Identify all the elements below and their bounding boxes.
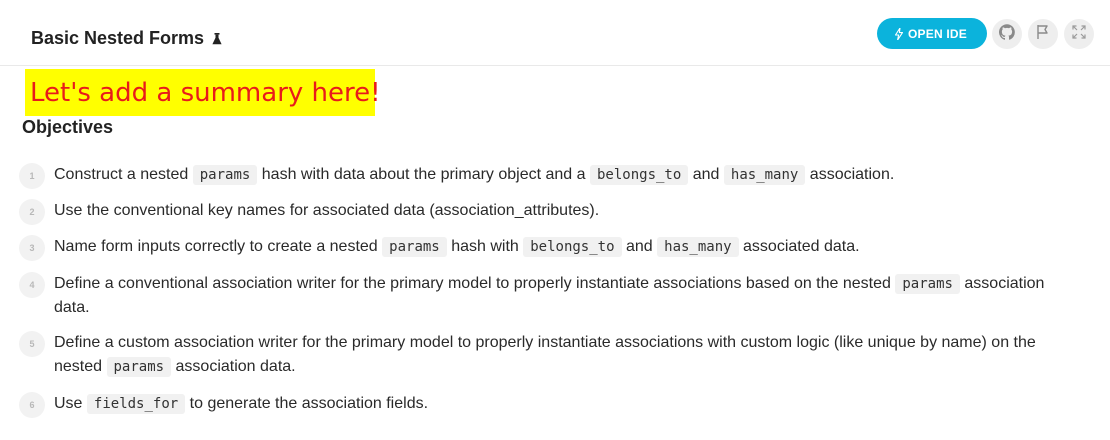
flag-button[interactable] (1028, 19, 1058, 49)
code-snippet: params (106, 357, 172, 377)
objective-text: Define a conventional association writer… (54, 272, 1084, 320)
objective-text: Name form inputs correctly to create a n… (54, 235, 1084, 259)
code-snippet: has_many (657, 237, 739, 257)
objective-text-part: hash with (451, 238, 519, 255)
title-wrap: Basic Nested Forms (31, 28, 222, 49)
open-ide-button[interactable]: OPEN IDE (877, 18, 987, 49)
objective-text-part: Define a conventional association writer… (54, 275, 891, 292)
github-button[interactable] (992, 19, 1022, 49)
objective-text-part: Use the conventional key names for assoc… (54, 202, 600, 219)
objective-number: 5 (19, 331, 45, 357)
code-snippet: has_many (723, 165, 806, 185)
objective-number: 2 (19, 199, 45, 225)
objective-number: 3 (19, 235, 45, 261)
objective-text: Use the conventional key names for assoc… (54, 199, 1084, 223)
objective-text: Define a custom association writer for t… (54, 331, 1084, 379)
objective-text-part: to generate the association fields. (189, 395, 429, 412)
objective-text-part: hash with data about the primary object … (261, 166, 586, 183)
expand-button[interactable] (1064, 19, 1094, 49)
flag-icon (1036, 24, 1050, 45)
objective-text-part: and (625, 238, 653, 255)
objective-text-part: association. (809, 166, 895, 183)
objective-text: Construct a nested params hash with data… (54, 163, 1084, 187)
objectives-heading: Objectives (22, 117, 114, 137)
objective-text-part: Construct a nested (54, 166, 189, 183)
page-title: Basic Nested Forms (31, 28, 205, 48)
flask-icon (212, 32, 222, 45)
objective-text-part: association data. (175, 358, 296, 375)
objective-text-part: Use (54, 395, 83, 412)
lesson-header: Basic Nested Forms OPEN IDE (0, 0, 1110, 66)
code-snippet: params (192, 165, 258, 185)
code-snippet: belongs_to (523, 237, 622, 257)
bolt-icon (895, 27, 904, 40)
github-icon (998, 23, 1015, 45)
expand-icon (1072, 24, 1086, 44)
objective-text: Use fields_for to generate the associati… (54, 392, 1084, 416)
objective-number: 1 (19, 163, 45, 189)
code-snippet: params (895, 274, 960, 294)
open-ide-label: OPEN IDE (908, 26, 967, 41)
code-snippet: belongs_to (590, 165, 689, 185)
objective-text-part: associated data. (743, 238, 860, 255)
code-snippet: fields_for (86, 394, 186, 414)
objective-number: 6 (19, 392, 45, 418)
code-snippet: params (382, 237, 447, 257)
objective-number: 4 (19, 272, 45, 298)
summary-annotation: Let's add a summary here! (25, 69, 381, 116)
objective-text-part: and (692, 166, 720, 183)
objective-text-part: Name form inputs correctly to create a n… (54, 238, 378, 255)
